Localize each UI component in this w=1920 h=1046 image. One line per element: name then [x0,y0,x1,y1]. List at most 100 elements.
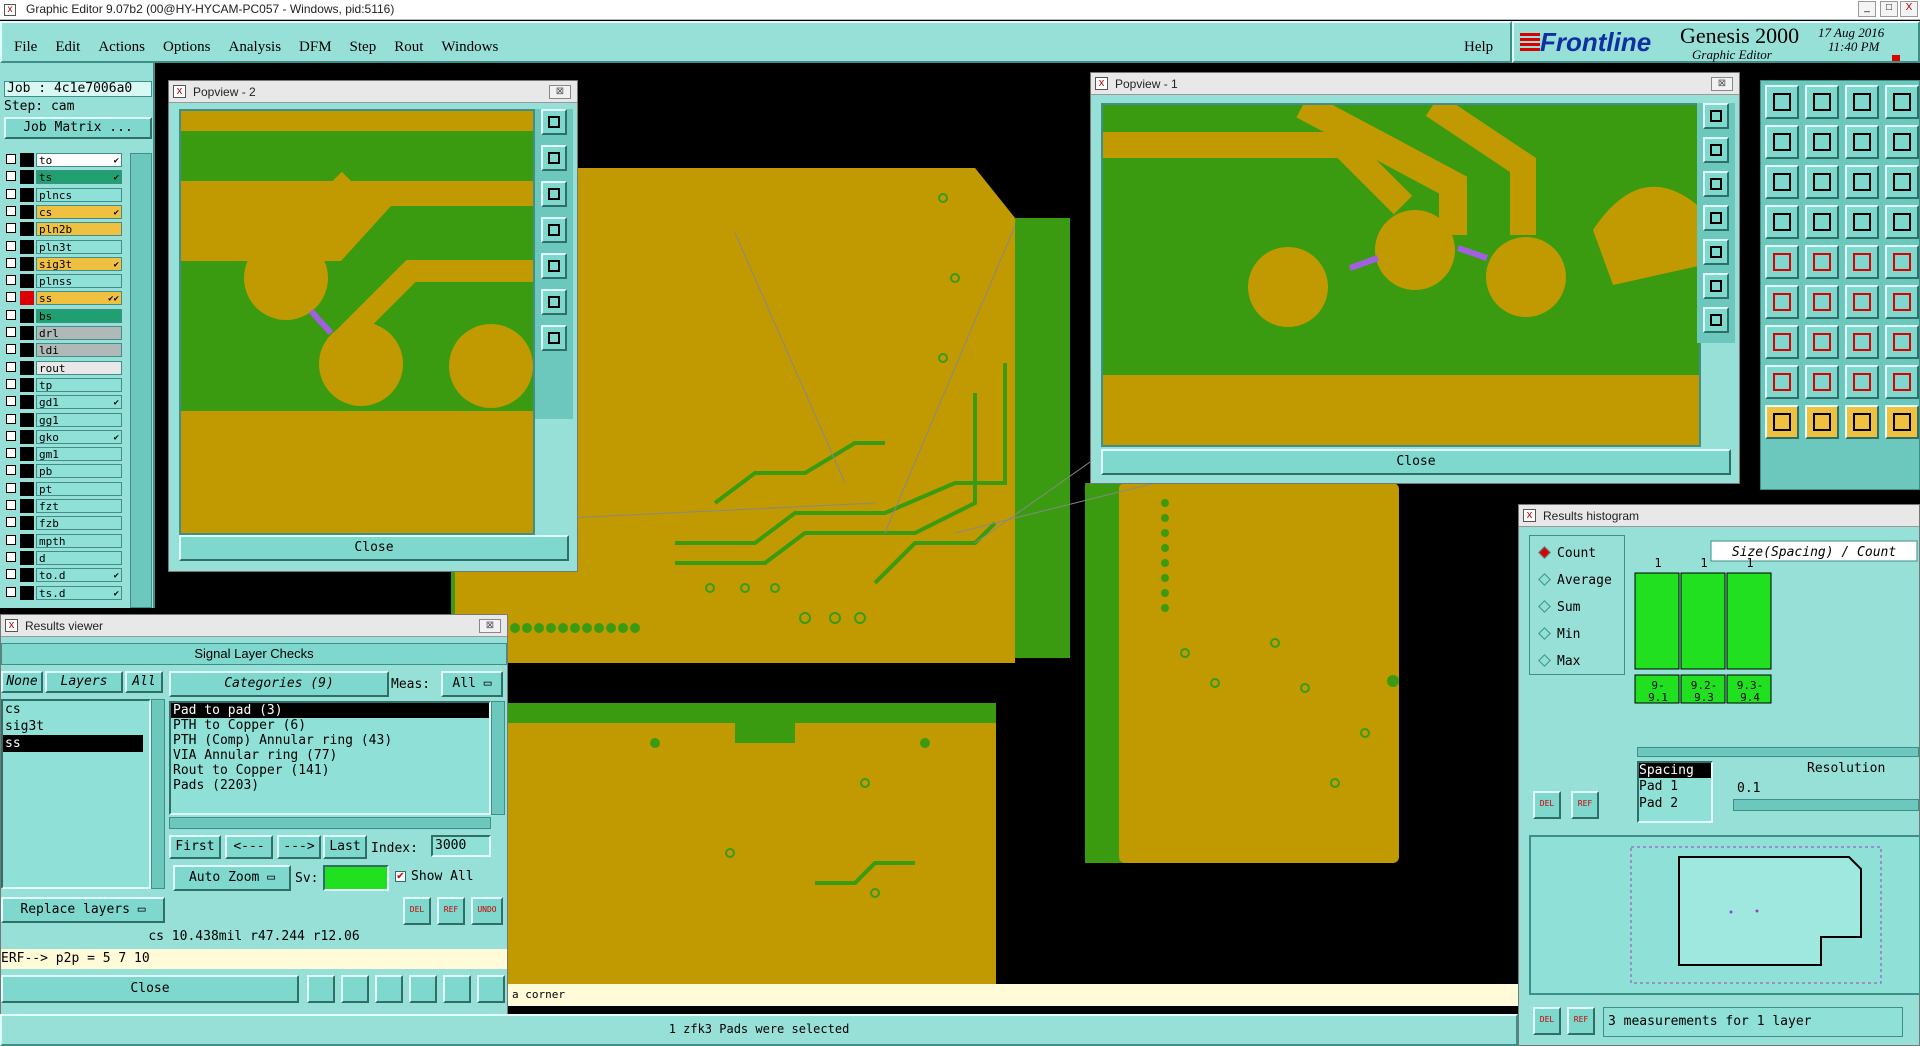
layer-color-swatch[interactable] [20,274,34,289]
layer-row[interactable]: pb [6,464,124,479]
layer-row[interactable]: d [6,550,124,565]
results-layer-list[interactable]: cs sig3t ss [1,699,151,889]
layer-name[interactable]: to.d ✔ [36,568,122,583]
popview-1-close-icon[interactable]: ⊠ [1711,77,1733,91]
layer-checkbox[interactable] [6,223,16,234]
radio-sum[interactable]: Sum [1538,600,1580,615]
menu-edit[interactable]: Edit [55,39,80,56]
layer-checkbox[interactable] [6,430,16,441]
snap-tool-button[interactable] [1765,205,1799,239]
layer-checkbox[interactable] [6,569,16,580]
layer-row[interactable]: ss ✔✔ [6,291,124,306]
layer-color-swatch[interactable] [20,239,34,254]
layer-name[interactable]: sig3t ✔ [36,256,122,271]
layer-row[interactable]: ldi [6,343,124,358]
maximize-button[interactable]: □ [1880,1,1898,17]
resize-tool-button[interactable] [1885,325,1919,359]
home-tool-button[interactable] [1845,85,1879,119]
zoom-box-tool-button[interactable] [1805,405,1839,439]
rv-undo-button[interactable]: UNDO [471,897,503,925]
layer-color-swatch[interactable] [20,550,34,565]
redraw-tool-button[interactable] [1805,165,1839,199]
pv1-pan-left-button[interactable] [1703,205,1729,231]
pv1-zoom-in-button[interactable] [1703,137,1729,163]
layer-color-swatch[interactable] [20,291,34,306]
popview-1-close-button[interactable]: Close [1101,449,1731,475]
results-viewer-close-icon[interactable]: ⊠ [479,619,501,633]
layer-color-swatch[interactable] [20,499,34,513]
radio-average[interactable]: Average [1538,573,1612,588]
layer-list-scrollbar[interactable] [151,699,165,889]
mirror-tool-button[interactable] [1885,285,1919,319]
menu-rout[interactable]: Rout [394,39,423,56]
layer-checkbox[interactable] [6,275,16,286]
pv2-zoom-out-button[interactable] [541,181,567,207]
layer-checkbox[interactable] [6,586,16,597]
layer-checkbox[interactable] [6,188,16,199]
resolution-slider[interactable] [1733,799,1919,811]
radio-count[interactable]: Count [1538,546,1596,561]
pv2-zoom-in-button[interactable] [541,145,567,171]
panel-tool-button[interactable] [1805,205,1839,239]
spacing-item[interactable]: Pad 2 [1639,795,1711,812]
spacing-item[interactable]: Pad 1 [1639,778,1711,795]
histogram-hscroll[interactable] [1637,747,1919,757]
layer-checkbox[interactable] [6,240,16,251]
layer-color-swatch[interactable] [20,256,34,271]
meas-dropdown[interactable]: All ▭ [441,671,503,697]
result-layer-item[interactable]: cs [3,701,149,718]
layer-checkbox[interactable] [6,448,16,459]
histogram-del-button[interactable]: DEL [1533,791,1561,819]
layer-row[interactable]: fzb [6,516,124,531]
pointer-tool-button[interactable] [1885,365,1919,399]
layer-checkbox[interactable] [6,309,16,320]
pv1-zoom-home-button[interactable] [1703,103,1729,129]
layer-checkbox[interactable] [6,205,16,216]
histogram-ref-button[interactable]: REF [1571,791,1599,819]
rv-tool-5-button[interactable] [443,975,471,1003]
layer-name[interactable]: pt [36,481,122,496]
popview-2-close-button[interactable]: Close [179,535,569,561]
auto-zoom-dropdown[interactable]: Auto Zoom ▭ [173,865,291,891]
minimize-button[interactable]: _ [1858,1,1876,17]
rv-ref-button[interactable]: REF [437,897,465,925]
layer-color-swatch[interactable] [20,516,34,531]
layer-row[interactable]: gd1 ✔ [6,395,124,410]
layer-color-swatch[interactable] [20,585,34,600]
layer-row[interactable]: to ✔ [6,153,124,167]
job-matrix-button[interactable]: Job Matrix ... [4,117,152,139]
rv-chart-button[interactable] [477,975,505,1003]
center-tool-button[interactable] [1765,165,1799,199]
move-tool-button[interactable] [1765,285,1799,319]
select-box-tool-button[interactable] [1765,405,1799,439]
layer-scrollbar[interactable] [130,153,152,608]
rv-tool-3-button[interactable] [375,975,403,1003]
layer-color-swatch[interactable] [20,412,34,427]
layer-row[interactable]: pt [6,481,124,496]
zoom-in-tool-button[interactable] [1805,85,1839,119]
fit-tool-button[interactable] [1845,125,1879,159]
layer-color-swatch[interactable] [20,222,34,237]
measure-tool-button[interactable] [1885,125,1919,159]
pv2-center-button[interactable] [541,325,567,351]
rv-tool-2-button[interactable] [341,975,369,1003]
prev-button[interactable]: <--- [225,835,273,859]
flag-tool-button[interactable] [1845,405,1879,439]
category-item[interactable]: VIA Annular ring (77) [171,748,489,763]
categories-scrollbar[interactable] [491,701,505,815]
index-input[interactable]: 3000 [431,835,491,857]
layer-name[interactable]: tp [36,377,122,392]
spacing-list[interactable]: Spacing Pad 1 Pad 2 [1637,761,1713,823]
layer-row[interactable]: sig3t ✔ [6,256,124,271]
layer-checkbox[interactable] [6,361,16,372]
menu-actions[interactable]: Actions [98,39,145,56]
last-button[interactable]: Last [323,835,367,859]
layer-checkbox[interactable] [6,482,16,493]
layer-color-swatch[interactable] [20,170,34,185]
layer-checkbox[interactable] [6,551,16,562]
layer-name[interactable]: drl [36,326,122,340]
add-pad-tool-button[interactable] [1845,245,1879,279]
layer-name[interactable]: plncs [36,187,122,202]
layer-name[interactable]: pln3t [36,239,122,254]
layer-name[interactable]: gm1 [36,447,122,462]
